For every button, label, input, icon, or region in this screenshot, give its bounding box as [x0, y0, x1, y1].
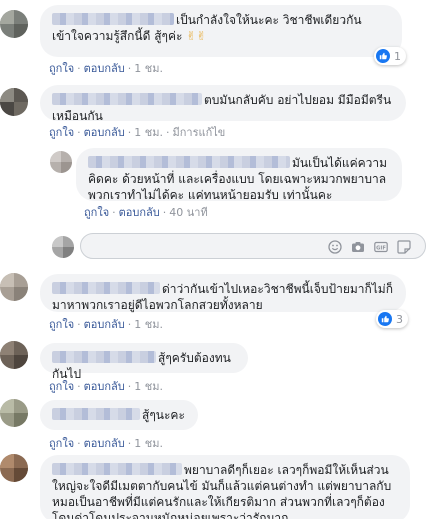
separator-dot: · — [165, 126, 170, 139]
svg-text:GIF: GIF — [376, 245, 386, 251]
emoji-icon[interactable] — [328, 239, 342, 254]
commenter-name[interactable] — [52, 408, 140, 420]
reaction-count-badge[interactable]: 3 — [376, 310, 408, 328]
comment-bubble: เป็นกำลังใจให้นะคะ วิชาชีพเดียวกันเข้าใจ… — [40, 5, 402, 57]
separator-dot: · — [77, 62, 81, 75]
reaction-count-badge[interactable]: 1 — [374, 47, 406, 65]
like-link[interactable]: ถูกใจ — [49, 380, 74, 393]
reply-link[interactable]: ตอบกลับ — [84, 318, 125, 331]
separator-dot: · — [127, 437, 132, 450]
like-link[interactable]: ถูกใจ — [49, 62, 74, 75]
timestamp[interactable]: 1 ชม. — [134, 380, 163, 393]
avatar — [52, 236, 74, 258]
comment-bubble: มันเป็นได้แค่ความคิดคะ ด้วยหน้าที่ และเค… — [76, 148, 402, 202]
comment-bubble: พยาบาลดีๆก็เยอะ เลวๆก็พอมีให้เห็นส่วนใหญ… — [40, 455, 410, 519]
gif-icon[interactable]: GIF — [374, 239, 388, 253]
separator-dot: · — [127, 318, 132, 331]
commenter-name[interactable] — [88, 156, 290, 168]
like-link[interactable]: ถูกใจ — [49, 437, 74, 450]
separator-dot: · — [127, 62, 132, 75]
reply-link[interactable]: ตอบกลับ — [84, 380, 125, 393]
commenter-name[interactable] — [52, 463, 182, 475]
avatar[interactable] — [50, 151, 72, 173]
timestamp[interactable]: 1 ชม. — [134, 318, 163, 331]
comment-bubble: สู้ๆนะคะ — [40, 400, 198, 430]
separator-dot: · — [112, 206, 116, 219]
like-reaction-icon — [378, 312, 392, 326]
separator-dot: · — [127, 126, 132, 139]
commenter-name[interactable] — [52, 282, 160, 294]
avatar[interactable] — [0, 341, 28, 369]
separator-dot: · — [77, 318, 81, 331]
timestamp[interactable]: 40 นาที — [169, 206, 207, 219]
comment-bubble: สู้ๆครับต้องทนกันไป — [40, 343, 248, 381]
avatar[interactable] — [0, 454, 28, 482]
reply-link[interactable]: ตอบกลับ — [119, 206, 160, 219]
sticker-icon[interactable] — [397, 239, 411, 254]
like-reaction-icon — [376, 49, 390, 63]
avatar[interactable] — [0, 10, 28, 38]
commenter-name[interactable] — [52, 351, 156, 363]
comment-actions: ถูกใจ · ตอบกลับ · 1 ชม. — [49, 318, 163, 332]
camera-icon[interactable] — [351, 239, 365, 253]
separator-dot: · — [77, 380, 81, 393]
comment-emoji: ✌✌ — [186, 29, 207, 43]
timestamp[interactable]: 1 ชม. — [134, 437, 163, 450]
comment-bubble: ตบมันกลับคับ อย่าไปยอม มีมือมีตรีนเหมือน… — [40, 85, 406, 123]
reply-link[interactable]: ตอบกลับ — [84, 62, 125, 75]
like-link[interactable]: ถูกใจ — [49, 126, 74, 139]
like-link[interactable]: ถูกใจ — [84, 206, 109, 219]
comment-actions: ถูกใจ · ตอบกลับ · 1 ชม. — [49, 62, 163, 76]
comment-actions: ถูกใจ · ตอบกลับ · 1 ชม. — [49, 380, 163, 394]
comment-actions: ถูกใจ · ตอบกลับ · 1 ชม. — [49, 437, 163, 451]
comment-bubble: ด่าว่ากันเข้าไปเหอะวิชาชีพนี้เจ็บป้ายมาก… — [40, 274, 406, 312]
composer-tools: GIF — [328, 239, 411, 254]
comment-actions: ถูกใจ · ตอบกลับ · 40 นาที — [84, 206, 208, 220]
edited-link[interactable]: มีการแก้ไข — [172, 126, 225, 139]
reply-link[interactable]: ตอบกลับ — [84, 437, 125, 450]
avatar[interactable] — [0, 273, 28, 301]
comment-actions: ถูกใจ · ตอบกลับ · 1 ชม. · มีการแก้ไข — [49, 126, 225, 140]
reply-link[interactable]: ตอบกลับ — [84, 126, 125, 139]
reaction-count: 3 — [396, 312, 403, 326]
timestamp[interactable]: 1 ชม. — [134, 126, 163, 139]
separator-dot: · — [77, 437, 81, 450]
separator-dot: · — [77, 126, 81, 139]
avatar[interactable] — [0, 399, 28, 427]
avatar[interactable] — [0, 88, 28, 116]
separator-dot: · — [162, 206, 167, 219]
commenter-name[interactable] — [52, 13, 174, 25]
like-link[interactable]: ถูกใจ — [49, 318, 74, 331]
comment-text: สู้ๆนะคะ — [142, 408, 185, 422]
separator-dot: · — [127, 380, 132, 393]
reaction-count: 1 — [394, 49, 401, 63]
commenter-name[interactable] — [52, 93, 202, 105]
timestamp[interactable]: 1 ชม. — [134, 62, 163, 75]
